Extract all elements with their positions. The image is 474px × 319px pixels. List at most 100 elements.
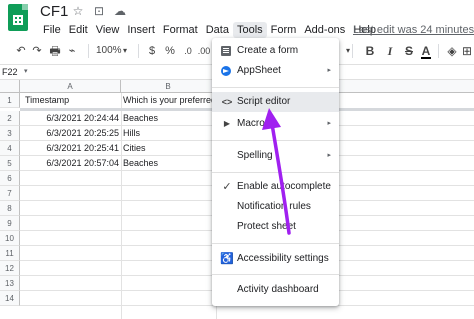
code-icon: <> (221, 97, 233, 107)
percent-icon[interactable]: % (162, 40, 178, 62)
menu-item-script-editor[interactable]: <> Script editor (212, 92, 339, 112)
accessibility-icon: ♿ (220, 253, 234, 265)
menu-format[interactable]: Format (159, 22, 202, 38)
row-header[interactable]: 10 (0, 231, 20, 246)
row-header[interactable]: 4 (0, 141, 20, 156)
row-header[interactable]: 14 (0, 291, 20, 306)
italic-button[interactable]: I (383, 40, 397, 62)
print-icon[interactable]: 🖶 (47, 40, 63, 62)
cell-timestamp[interactable]: 6/3/2021 20:25:41 (22, 141, 119, 156)
menu-item-protect-sheet[interactable]: Protect sheet (212, 217, 339, 237)
menu-tools[interactable]: Tools (232, 22, 267, 38)
row-header[interactable]: 6 (0, 171, 20, 186)
cell-timestamp[interactable]: 6/3/2021 20:24:44 (22, 111, 119, 126)
star-icon[interactable]: ☆ (71, 4, 85, 18)
menu-edit[interactable]: Edit (65, 22, 92, 38)
cell-timestamp[interactable]: 6/3/2021 20:57:04 (22, 156, 119, 171)
cloud-status-icon[interactable]: ☁ (113, 4, 127, 18)
font-size-chevron-icon[interactable]: ▾ (344, 40, 352, 62)
toolbar-divider (438, 44, 439, 58)
appsheet-icon (221, 66, 231, 76)
menu-item-label: AppSheet (237, 65, 281, 76)
bold-button[interactable]: B (363, 40, 377, 62)
row-header[interactable]: 1 (0, 93, 20, 108)
text-color-swatch (421, 57, 431, 59)
row-header[interactable]: 7 (0, 186, 20, 201)
cell-answer[interactable]: Hills (123, 126, 215, 141)
menu-item-label: Accessibility settings (237, 253, 329, 264)
name-box[interactable]: F22 (2, 67, 18, 77)
row-header[interactable]: 3 (0, 126, 20, 141)
menu-item-spelling[interactable]: Spelling ▸ (212, 146, 339, 166)
menu-item-accessibility-settings[interactable]: ♿ Accessibility settings (212, 249, 339, 269)
menu-view[interactable]: View (92, 22, 124, 38)
menu-item-label: Protect sheet (237, 221, 296, 232)
increase-decimal-icon[interactable]: .00 (197, 40, 211, 62)
menu-item-label: Notification rules (237, 201, 311, 212)
menu-item-macros[interactable]: ▶ Macros ▸ (212, 114, 339, 134)
cell-a1[interactable]: Timestamp (25, 93, 119, 108)
undo-icon[interactable]: ↶ (14, 40, 28, 62)
form-icon (221, 46, 231, 56)
submenu-arrow-icon: ▸ (327, 67, 331, 74)
cell-answer[interactable]: Beaches (123, 111, 215, 126)
row-header[interactable]: 5 (0, 156, 20, 171)
row-header[interactable]: 9 (0, 216, 20, 231)
menu-item-enable-autocomplete[interactable]: ✓ Enable autocomplete (212, 177, 339, 197)
last-edit-link[interactable]: Last edit was 24 minutes ago (353, 24, 474, 36)
menu-insert[interactable]: Insert (123, 22, 159, 38)
currency-icon[interactable]: $ (144, 40, 160, 62)
document-title[interactable]: CF1 (40, 3, 68, 20)
fill-color-icon[interactable]: ◈ (444, 40, 460, 62)
menu-data[interactable]: Data (202, 22, 233, 38)
cell-answer[interactable]: Beaches (123, 156, 215, 171)
select-all-corner[interactable] (0, 80, 20, 93)
checkmark-icon: ✓ (222, 181, 232, 193)
row-header[interactable]: 12 (0, 261, 20, 276)
move-folder-icon[interactable]: ⊡ (92, 4, 106, 18)
cell-answer[interactable]: Cities (123, 141, 215, 156)
menu-divider (212, 172, 339, 173)
toolbar-divider (352, 44, 353, 58)
menu-item-create-form[interactable]: Create a form (212, 41, 339, 61)
menu-divider (212, 243, 339, 244)
chevron-down-icon[interactable]: ▾ (120, 40, 130, 62)
cell-timestamp[interactable]: 6/3/2021 20:25:25 (22, 126, 119, 141)
menu-item-label: Macros (237, 118, 270, 129)
row-header[interactable]: 13 (0, 276, 20, 291)
play-circle-icon: ▶ (223, 119, 231, 128)
column-header-b[interactable]: B (121, 80, 216, 93)
menu-divider (212, 140, 339, 141)
name-box-chevron-icon[interactable]: ▾ (24, 67, 28, 75)
menu-divider (212, 87, 339, 88)
menu-add-ons[interactable]: Add-ons (300, 22, 349, 38)
menu-item-activity-dashboard[interactable]: Activity dashboard (212, 280, 339, 300)
toolbar-divider (138, 44, 139, 58)
zoom-select[interactable]: 100% (96, 40, 122, 62)
google-sheets-logo-icon[interactable] (8, 4, 28, 31)
menu-item-notification-rules[interactable]: Notification rules (212, 197, 339, 217)
menu-bar: File Edit View Insert Format Data Tools … (39, 22, 380, 38)
toolbar-divider (88, 44, 89, 58)
paint-format-icon[interactable]: ⌁ (65, 40, 79, 62)
decrease-decimal-icon[interactable]: .0 (180, 40, 196, 62)
menu-item-label: Enable autocomplete (237, 181, 331, 192)
menu-item-label: Activity dashboard (237, 284, 319, 295)
title-icons: ☆ ⊡ ☁ (71, 4, 127, 18)
row-header[interactable]: 8 (0, 201, 20, 216)
redo-icon[interactable]: ↷ (30, 40, 44, 62)
cell-b1[interactable]: Which is your preferred (123, 93, 215, 108)
borders-icon[interactable]: ⊞ (460, 40, 474, 62)
menu-file[interactable]: File (39, 22, 65, 38)
title-bar: CF1 ☆ ⊡ ☁ File Edit View Insert Format D… (0, 0, 474, 38)
menu-form[interactable]: Form (267, 22, 301, 38)
menu-item-label: Spelling (237, 150, 273, 161)
row-header[interactable]: 2 (0, 111, 20, 126)
menu-item-appsheet[interactable]: AppSheet ▸ (212, 61, 339, 81)
row-header[interactable]: 11 (0, 246, 20, 261)
submenu-arrow-icon: ▸ (327, 120, 331, 127)
strikethrough-button[interactable]: S (402, 40, 416, 62)
grid-line (121, 93, 122, 319)
column-header-a[interactable]: A (20, 80, 121, 93)
menu-item-label: Script editor (237, 96, 291, 107)
